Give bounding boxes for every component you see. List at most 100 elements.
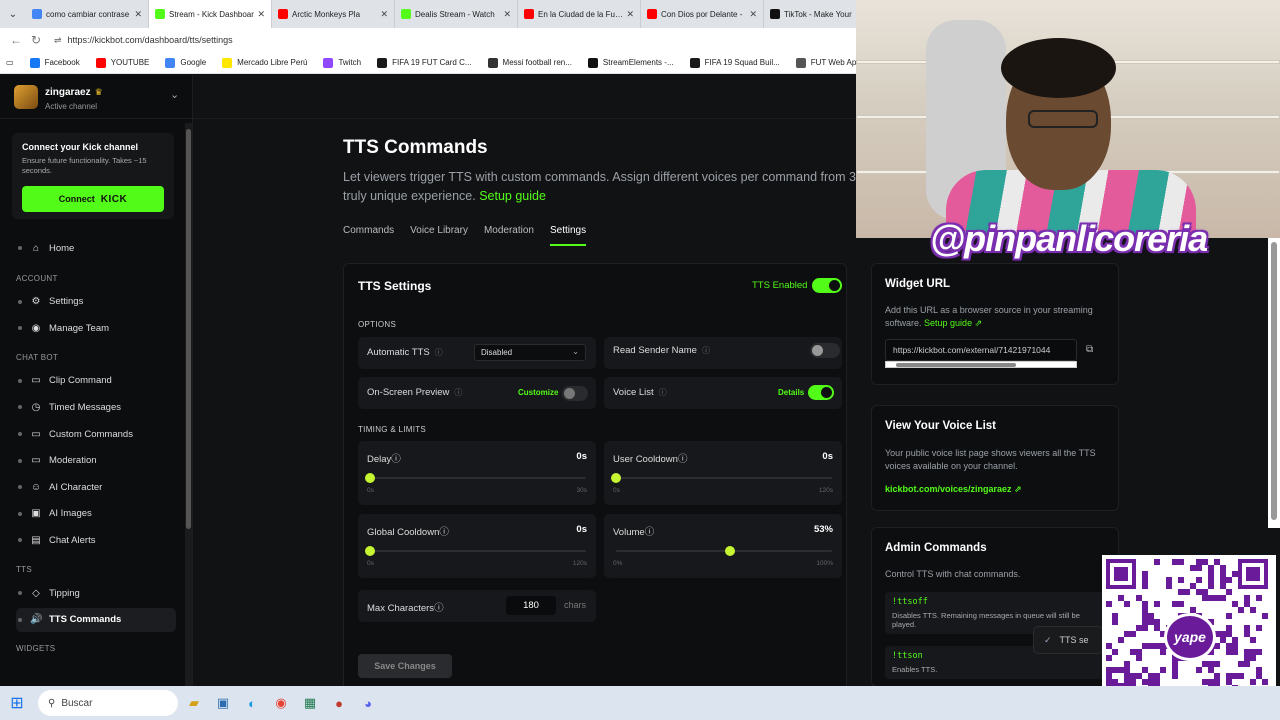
sidebar-item-tipping[interactable]: ◇ Tipping <box>16 581 176 605</box>
tab-moderation[interactable]: Moderation <box>484 225 534 246</box>
copy-icon[interactable]: ⧉ <box>1086 344 1093 355</box>
browser-tab[interactable]: Arctic Monkeys Pla ✕ <box>272 0 395 28</box>
info-icon[interactable]: ⓘ <box>434 603 444 614</box>
browser-tab[interactable]: Stream - Kick Dashboar ✕ <box>149 0 272 28</box>
chevron-down-icon[interactable]: ⌄ <box>170 88 179 101</box>
slider-track[interactable] <box>616 477 832 479</box>
close-tab-icon[interactable]: ✕ <box>257 9 265 20</box>
automatic-tts-select[interactable]: Disabled ⌄ <box>474 344 586 361</box>
tab-list-chevron-icon[interactable]: ⌄ <box>0 0 26 28</box>
close-tab-icon[interactable]: ✕ <box>626 9 634 20</box>
file-explorer-icon[interactable]: ▰ <box>181 690 207 716</box>
onscreen-preview-toggle[interactable] <box>562 386 588 401</box>
sidebar-item-custom-commands[interactable]: ▭ Custom Commands <box>16 422 176 446</box>
windows-start-icon[interactable]: ⊞ <box>0 686 34 720</box>
bookmark-item[interactable]: YOUTUBE <box>95 57 149 68</box>
bookmark-favicon <box>487 57 498 68</box>
site-info-icon[interactable]: ⇌ <box>54 35 62 46</box>
slider-thumb[interactable] <box>365 473 375 483</box>
channel-switcher[interactable]: zingaraez ♛ Active channel ⌄ <box>0 75 192 119</box>
back-icon[interactable]: ← <box>6 30 26 50</box>
info-icon[interactable]: ⓘ <box>439 527 449 538</box>
tab-voice-library[interactable]: Voice Library <box>410 225 468 246</box>
page-scroll-thumb[interactable] <box>1271 242 1277 520</box>
info-icon[interactable]: ⓘ <box>391 454 401 465</box>
close-tab-icon[interactable]: ✕ <box>134 9 142 20</box>
sidebar-scrollbar[interactable] <box>185 123 192 686</box>
max-characters-input[interactable]: 180 <box>506 596 556 615</box>
bookmark-item[interactable]: Google <box>165 57 206 68</box>
store-icon[interactable]: ▣ <box>210 690 236 716</box>
bookmarks-icon[interactable]: ▭ <box>6 58 14 67</box>
sidebar-item-ai-character[interactable]: ☺ AI Character <box>16 475 176 499</box>
bookmark-item[interactable]: StreamElements -... <box>587 57 674 68</box>
info-icon[interactable]: ⓘ <box>435 348 443 357</box>
widget-url-scrollbar[interactable] <box>885 361 1077 368</box>
description-line2: truly unique experience. <box>343 189 476 203</box>
details-link[interactable]: Details <box>778 388 804 397</box>
bookmark-item[interactable]: Twitch <box>323 57 361 68</box>
taskbar-search[interactable]: ⚲ Buscar <box>38 690 178 716</box>
slider-track[interactable] <box>370 477 586 479</box>
edge-icon[interactable]: ◐ <box>239 690 265 716</box>
bullet-dot <box>18 432 22 436</box>
sidebar-item-settings[interactable]: ⚙ Settings <box>16 290 176 314</box>
close-tab-icon[interactable]: ✕ <box>749 9 757 20</box>
slider-thumb[interactable] <box>365 546 375 556</box>
slider-track[interactable] <box>616 550 832 552</box>
sidebar-item-manage-team[interactable]: ◉ Manage Team <box>16 316 176 340</box>
refresh-icon[interactable]: ↻ <box>26 30 46 50</box>
close-tab-icon[interactable]: ✕ <box>380 9 388 20</box>
info-icon[interactable]: ⓘ <box>678 454 688 465</box>
voice-list-link[interactable]: kickbot.com/voices/zingaraez ⇗ <box>885 483 1105 496</box>
info-icon[interactable]: ⓘ <box>702 346 710 355</box>
customize-link[interactable]: Customize <box>518 388 558 397</box>
bookmark-item[interactable]: Facebook <box>29 57 80 68</box>
sidebar-item-clip-command[interactable]: ▭ Clip Command <box>16 369 176 393</box>
slider-thumb[interactable] <box>725 546 736 556</box>
voice-list-toggle[interactable] <box>808 385 834 400</box>
sidebar-item-tts-commands[interactable]: 🔊 TTS Commands <box>16 607 176 632</box>
close-tab-icon[interactable]: ✕ <box>503 9 511 20</box>
tab-commands[interactable]: Commands <box>343 225 394 246</box>
nav-icon: 🔊 <box>30 614 43 626</box>
sidebar-item-moderation[interactable]: ▭ Moderation <box>16 449 176 473</box>
app-icon[interactable]: ● <box>326 690 352 716</box>
sidebar-item-timed-messages[interactable]: ◷ Timed Messages <box>16 395 176 419</box>
browser-tab[interactable]: Con Dios por Delante - ✕ <box>641 0 764 28</box>
connect-kick-button[interactable]: Connect KICK <box>22 186 164 212</box>
browser-tab[interactable]: En la Ciudad de la Furia ✕ <box>518 0 641 28</box>
slider-label: Volumeⓘ <box>613 527 655 538</box>
calculator-icon[interactable]: ▦ <box>297 690 323 716</box>
info-icon[interactable]: ⓘ <box>454 388 462 397</box>
save-changes-button[interactable]: Save Changes <box>358 654 452 678</box>
bookmark-item[interactable]: FIFA 19 Squad Buil... <box>689 57 780 68</box>
slider-track[interactable] <box>370 550 586 552</box>
sidebar-scroll-thumb[interactable] <box>186 129 191 529</box>
max-characters-row: Max Charactersⓘ 180 chars <box>358 590 596 622</box>
admin-commands-title: Admin Commands <box>885 542 987 554</box>
page-scrollbar[interactable] <box>1268 238 1280 528</box>
widget-url-field[interactable]: https://kickbot.com/external/71421971044 <box>885 339 1077 361</box>
slider-thumb[interactable] <box>611 473 621 483</box>
setup-guide-link[interactable]: Setup guide <box>479 189 546 203</box>
tab-settings[interactable]: Settings <box>549 225 587 246</box>
sidebar-item-home[interactable]: ⌂ Home <box>16 236 176 260</box>
read-sender-toggle[interactable] <box>810 343 840 358</box>
crown-icon: ♛ <box>94 87 103 97</box>
widget-setup-guide-link[interactable]: Setup guide <box>924 318 972 328</box>
info-icon[interactable]: ⓘ <box>659 388 667 397</box>
sidebar-item-chat-alerts[interactable]: ▤ Chat Alerts <box>16 528 176 552</box>
discord-icon[interactable]: ◕ <box>355 690 381 716</box>
info-icon[interactable]: ⓘ <box>645 527 655 538</box>
tts-enabled-toggle[interactable] <box>812 278 842 293</box>
bookmark-item[interactable]: Mercado Libre Perú <box>222 57 307 68</box>
widget-url-scroll-thumb[interactable] <box>896 363 1016 367</box>
browser-tab[interactable]: como cambiar contrase ✕ <box>26 0 149 28</box>
browser-tab[interactable]: Dealis Stream - Watch ✕ <box>395 0 518 28</box>
url-field[interactable]: ⇌ https://kickbot.com/dashboard/tts/sett… <box>54 31 834 49</box>
bookmark-item[interactable]: FIFA 19 FUT Card C... <box>377 57 472 68</box>
chrome-icon[interactable]: ◉ <box>268 690 294 716</box>
sidebar-item-ai-images[interactable]: ▣ AI Images <box>16 502 176 526</box>
bookmark-item[interactable]: Messi football ren... <box>487 57 572 68</box>
